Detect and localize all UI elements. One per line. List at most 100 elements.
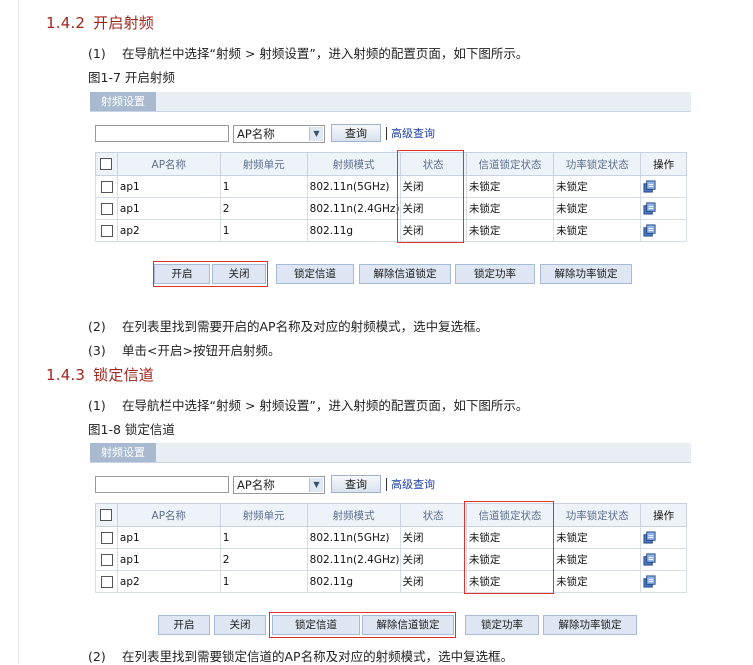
row-select-cell bbox=[95, 548, 118, 571]
details-icon[interactable] bbox=[643, 180, 656, 193]
lock-channel-button[interactable]: 锁定信道 bbox=[276, 264, 354, 284]
col-power-lock: 功率锁定状态 bbox=[553, 503, 642, 527]
panel-header-bar: 射频设置 bbox=[90, 443, 691, 463]
cell-radio-unit: 1 bbox=[219, 219, 308, 242]
cell-ap-name: ap1 bbox=[116, 548, 221, 571]
select-all-checkbox[interactable] bbox=[100, 509, 113, 521]
step-2: (2) 在列表里找到需要锁定信道的AP名称及对应的射频模式，选中复选框。 bbox=[88, 646, 513, 665]
section-number: 1.4.2 bbox=[46, 14, 86, 32]
search-field-select[interactable]: AP名称 ▼ bbox=[233, 476, 325, 494]
row-checkbox[interactable] bbox=[101, 180, 114, 193]
col-operations: 操作 bbox=[640, 503, 687, 527]
table-row: ap1 1 802.11n(5GHz) 关闭 未锁定 未锁定 bbox=[95, 175, 687, 198]
step-number: (3) bbox=[88, 343, 106, 358]
section-heading-1: 1.4.2 开启射频 bbox=[46, 12, 154, 33]
cell-operations bbox=[640, 197, 687, 220]
step-1: (1) 在导航栏中选择“射频 > 射频设置”，进入射频的配置页面，如下图所示。 bbox=[88, 395, 528, 414]
details-icon[interactable] bbox=[643, 575, 656, 588]
row-select-cell bbox=[95, 219, 118, 242]
col-status: 状态 bbox=[399, 503, 467, 527]
cell-radio-unit: 1 bbox=[219, 526, 308, 549]
select-all-cell bbox=[95, 152, 118, 176]
details-icon[interactable] bbox=[643, 202, 656, 215]
select-value: AP名称 bbox=[237, 478, 275, 492]
cell-ap-name: ap1 bbox=[116, 197, 221, 220]
cell-channel-lock: 未锁定 bbox=[465, 175, 555, 198]
search-input[interactable] bbox=[95, 125, 229, 142]
cell-radio-mode: 802.11n(5GHz) bbox=[306, 526, 401, 549]
cell-ap-name: ap2 bbox=[116, 219, 221, 242]
row-checkbox[interactable] bbox=[101, 553, 114, 566]
step-2: (2) 在列表里找到需要开启的AP名称及对应的射频模式，选中复选框。 bbox=[88, 316, 488, 335]
table-row: ap1 1 802.11n(5GHz) 关闭 未锁定 未锁定 bbox=[95, 526, 687, 549]
row-checkbox[interactable] bbox=[101, 531, 114, 544]
col-radio-mode: 射频模式 bbox=[306, 152, 401, 176]
row-select-cell bbox=[95, 197, 118, 220]
cell-channel-lock: 未锁定 bbox=[465, 197, 555, 220]
left-margin-line bbox=[18, 0, 19, 664]
lock-power-button[interactable]: 锁定功率 bbox=[455, 264, 535, 284]
unlock-power-button[interactable]: 解除功率锁定 bbox=[540, 264, 632, 284]
cell-radio-mode: 802.11g bbox=[306, 570, 401, 593]
details-icon[interactable] bbox=[643, 553, 656, 566]
section-title: 开启射频 bbox=[93, 14, 154, 32]
step-text: 在列表里找到需要开启的AP名称及对应的射频模式，选中复选框。 bbox=[122, 319, 489, 334]
query-button[interactable]: 查询 bbox=[331, 124, 381, 142]
lock-channel-button[interactable]: 锁定信道 bbox=[272, 615, 360, 635]
col-ap-name: AP名称 bbox=[116, 503, 221, 527]
chevron-down-icon: ▼ bbox=[309, 127, 323, 141]
row-checkbox[interactable] bbox=[101, 575, 114, 588]
table-header-row: AP名称 射频单元 射频模式 状态 信道锁定状态 功率锁定状态 操作 bbox=[95, 503, 687, 527]
select-all-checkbox[interactable] bbox=[100, 158, 113, 170]
step-number: (2) bbox=[88, 319, 106, 334]
unlock-power-button[interactable]: 解除功率锁定 bbox=[543, 615, 637, 635]
cell-operations bbox=[640, 548, 687, 571]
unlock-channel-button[interactable]: 解除信道锁定 bbox=[362, 615, 454, 635]
table-row: ap1 2 802.11n(2.4GHz) 关闭 未锁定 未锁定 bbox=[95, 197, 687, 220]
search-field-select[interactable]: AP名称 ▼ bbox=[233, 125, 325, 143]
table-row: ap2 1 802.11g 关闭 未锁定 未锁定 bbox=[95, 570, 687, 593]
advanced-query-link[interactable]: 高级查询 bbox=[386, 478, 435, 491]
col-radio-unit: 射频单元 bbox=[219, 152, 308, 176]
disable-button[interactable]: 关闭 bbox=[214, 615, 266, 635]
cell-status: 关闭 bbox=[399, 570, 467, 593]
cell-radio-unit: 2 bbox=[219, 548, 308, 571]
col-power-lock: 功率锁定状态 bbox=[553, 152, 642, 176]
cell-status: 关闭 bbox=[399, 197, 467, 220]
cell-status: 关闭 bbox=[399, 175, 467, 198]
cell-radio-mode: 802.11n(5GHz) bbox=[306, 175, 401, 198]
cell-power-lock: 未锁定 bbox=[553, 548, 642, 571]
cell-radio-unit: 1 bbox=[219, 570, 308, 593]
enable-button[interactable]: 开启 bbox=[154, 264, 210, 284]
section-title: 锁定信道 bbox=[93, 366, 154, 384]
advanced-query-link[interactable]: 高级查询 bbox=[386, 127, 435, 140]
row-checkbox[interactable] bbox=[101, 202, 114, 215]
select-value: AP名称 bbox=[237, 127, 275, 141]
cell-operations bbox=[640, 175, 687, 198]
step-text: 在列表里找到需要锁定信道的AP名称及对应的射频模式，选中复选框。 bbox=[122, 649, 514, 664]
col-radio-mode: 射频模式 bbox=[306, 503, 401, 527]
row-checkbox[interactable] bbox=[101, 224, 114, 237]
cell-channel-lock: 未锁定 bbox=[465, 526, 555, 549]
enable-button[interactable]: 开启 bbox=[158, 615, 210, 635]
cell-power-lock: 未锁定 bbox=[553, 197, 642, 220]
unlock-channel-button[interactable]: 解除信道锁定 bbox=[359, 264, 451, 284]
search-input[interactable] bbox=[95, 476, 229, 493]
cell-channel-lock: 未锁定 bbox=[465, 219, 555, 242]
details-icon[interactable] bbox=[643, 224, 656, 237]
cell-ap-name: ap2 bbox=[116, 570, 221, 593]
lock-power-button[interactable]: 锁定功率 bbox=[465, 615, 539, 635]
row-select-cell bbox=[95, 175, 118, 198]
tab-radio-settings[interactable]: 射频设置 bbox=[90, 443, 156, 462]
tab-radio-settings[interactable]: 射频设置 bbox=[90, 92, 156, 111]
cell-radio-mode: 802.11n(2.4GHz) bbox=[306, 548, 401, 571]
section-heading-2: 1.4.3 锁定信道 bbox=[46, 364, 154, 385]
table-row: ap2 1 802.11g 关闭 未锁定 未锁定 bbox=[95, 219, 687, 242]
radio-table: AP名称 射频单元 射频模式 状态 信道锁定状态 功率锁定状态 操作 ap1 1… bbox=[95, 152, 687, 242]
disable-button[interactable]: 关闭 bbox=[212, 264, 266, 284]
query-button[interactable]: 查询 bbox=[331, 475, 381, 493]
details-icon[interactable] bbox=[643, 531, 656, 544]
col-status: 状态 bbox=[399, 152, 467, 176]
panel-header-bar: 射频设置 bbox=[90, 92, 691, 112]
cell-power-lock: 未锁定 bbox=[553, 570, 642, 593]
